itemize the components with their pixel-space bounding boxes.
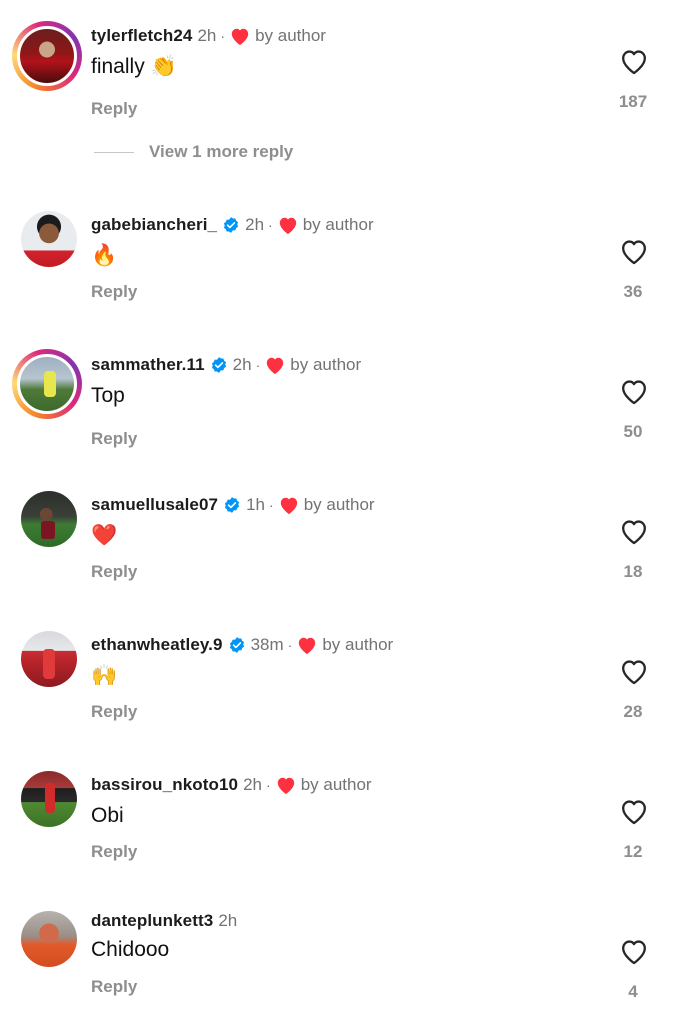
comment-text: 🙌 <box>91 663 117 688</box>
comment-meta: ethanwheatley.9 38m · by author <box>91 633 393 657</box>
username[interactable]: danteplunkett3 <box>91 911 213 931</box>
timestamp: 2h <box>245 215 265 234</box>
comment-emoji: 🔥 <box>91 243 118 267</box>
comment-meta: bassirou_nkoto10 2h · by author <box>91 773 372 797</box>
like-count: 12 <box>623 842 643 861</box>
heart-filled-icon <box>231 28 249 46</box>
heart-outline-icon[interactable] <box>618 517 650 545</box>
username[interactable]: bassirou_nkoto10 <box>91 775 238 795</box>
avatar[interactable] <box>12 21 82 91</box>
liked-by-author-label: by author <box>300 775 372 794</box>
verified-badge-icon <box>229 637 244 653</box>
avatar-image <box>21 771 77 827</box>
separator-dot: · <box>255 357 261 373</box>
timestamp: 38m <box>250 635 284 654</box>
comment-meta: sammather.11 2h · by author <box>91 353 361 377</box>
avatar-image <box>21 911 77 967</box>
comment-meta: danteplunkett3 2h <box>91 909 237 933</box>
comment-emoji: 👏 <box>150 54 177 78</box>
timestamp: 2h <box>243 775 263 794</box>
separator-dot: · <box>220 28 226 44</box>
heart-filled-icon <box>267 357 284 375</box>
liked-by-author-label: by author <box>322 635 394 654</box>
view-more-replies[interactable]: View 1 more reply <box>94 140 293 164</box>
separator-dot: · <box>268 217 273 233</box>
reply-button[interactable]: Reply <box>91 99 137 119</box>
heart-outline-icon[interactable] <box>618 657 650 685</box>
verified-badge-icon <box>211 357 226 373</box>
username[interactable]: ethanwheatley.9 <box>91 635 223 655</box>
reply-button[interactable]: Reply <box>91 429 137 449</box>
reply-button[interactable]: Reply <box>91 562 137 582</box>
comment-text: finally 👏 <box>91 54 177 79</box>
like-count: 187 <box>618 92 648 111</box>
avatar[interactable] <box>12 349 82 419</box>
reply-button[interactable]: Reply <box>91 282 137 302</box>
reply-button[interactable]: Reply <box>91 702 137 722</box>
heart-outline-icon[interactable] <box>618 47 650 75</box>
heart-filled-icon <box>299 637 316 655</box>
comment-meta: samuellusale07 1h · by author <box>91 493 375 517</box>
reply-button[interactable]: Reply <box>91 842 137 862</box>
liked-by-author-label: by author <box>255 26 326 45</box>
avatar[interactable] <box>21 631 77 687</box>
avatar[interactable] <box>21 491 77 547</box>
username[interactable]: gabebiancheri_ <box>91 215 217 235</box>
avatar-image <box>21 491 77 547</box>
timestamp: 2h <box>232 355 252 374</box>
like-count: 36 <box>623 282 643 301</box>
comment-text: Chidooo <box>91 938 169 962</box>
comment-text: Obi <box>91 803 124 828</box>
timestamp: 2h <box>197 26 217 45</box>
heart-filled-icon <box>279 217 296 235</box>
separator-dot: · <box>269 497 274 513</box>
thread-line <box>94 151 134 153</box>
liked-by-author-label: by author <box>302 215 374 234</box>
heart-filled-icon <box>280 497 297 515</box>
reply-button[interactable]: Reply <box>91 977 137 997</box>
heart-outline-icon[interactable] <box>618 937 650 965</box>
like-count: 50 <box>623 422 643 441</box>
comment-meta: gabebiancheri_ 2h · by author <box>91 213 374 237</box>
liked-by-author-label: by author <box>290 355 362 374</box>
separator-dot: · <box>287 637 293 653</box>
comment-emoji: ❤️ <box>91 523 118 547</box>
avatar[interactable] <box>21 911 77 967</box>
avatar-image <box>17 26 77 86</box>
comment-text: Top <box>91 383 125 408</box>
username[interactable]: samuellusale07 <box>91 495 218 515</box>
username[interactable]: sammather.11 <box>91 355 205 375</box>
avatar-image <box>21 631 77 687</box>
comment-text-content: finally <box>91 55 145 78</box>
like-count: 18 <box>623 562 643 581</box>
like-count: 4 <box>628 982 638 1001</box>
timestamp: 1h <box>246 495 266 514</box>
comment-text-content: Obi <box>91 804 124 827</box>
comment-emoji: 🙌 <box>91 663 118 687</box>
verified-badge-icon <box>224 217 239 233</box>
avatar-image <box>17 354 77 414</box>
comment-text-content: Top <box>91 384 125 407</box>
username[interactable]: tylerfletch24 <box>91 26 192 46</box>
separator-dot: · <box>266 777 271 793</box>
heart-filled-icon <box>277 777 294 795</box>
heart-outline-icon[interactable] <box>618 237 650 265</box>
heart-outline-icon[interactable] <box>618 377 650 405</box>
comment-text-content: Chidooo <box>91 938 170 961</box>
timestamp: 2h <box>218 911 238 930</box>
avatar[interactable] <box>21 771 77 827</box>
heart-outline-icon[interactable] <box>618 797 650 825</box>
view-more-replies-label[interactable]: View 1 more reply <box>149 142 293 162</box>
comment-meta: tylerfletch24 2h · by author <box>91 24 326 48</box>
avatar-image <box>21 211 77 267</box>
liked-by-author-label: by author <box>303 495 375 514</box>
comment-text: ❤️ <box>91 523 117 548</box>
verified-badge-icon <box>225 497 240 513</box>
comment-text: 🔥 <box>91 243 117 268</box>
avatar[interactable] <box>21 211 77 267</box>
like-count: 28 <box>623 702 643 721</box>
